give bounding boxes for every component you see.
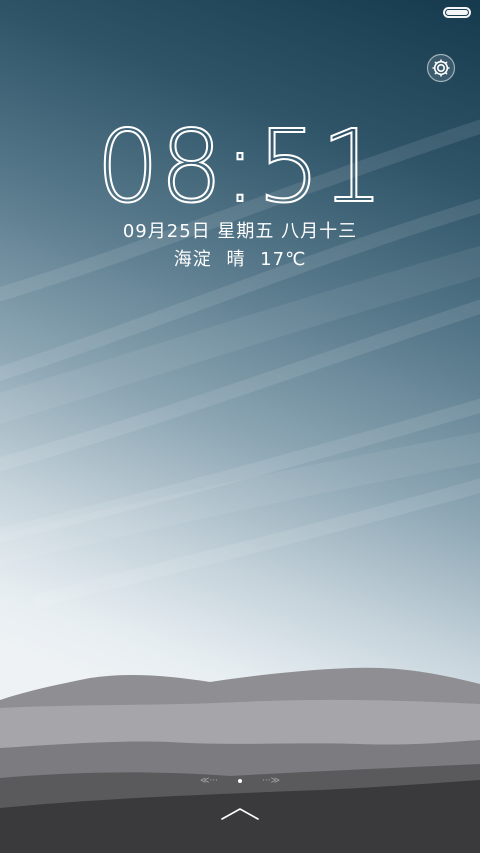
- lock-clock: 08:51: [0, 108, 480, 225]
- gear-icon: [426, 53, 456, 83]
- weather-location: 海淀: [173, 249, 212, 270]
- weather-info: 海淀 晴 17℃: [0, 245, 480, 271]
- clock-hours: 08: [95, 108, 224, 225]
- weather-temperature: 17℃: [260, 249, 307, 270]
- pager-left-hint: ≪···: [200, 776, 219, 786]
- battery-level-fill: [446, 10, 468, 15]
- page-indicator: ≪··· ···≫: [200, 774, 280, 788]
- pager-right-hint: ···≫: [261, 776, 280, 786]
- settings-button[interactable]: [423, 50, 459, 86]
- battery-full-icon: [443, 7, 471, 18]
- pager-active-dot: [238, 779, 242, 783]
- lock-screen: 08:51 09月25日 星期五 八月十三 海淀 晴 17℃ ≪··· ···≫: [0, 0, 480, 853]
- chevron-up-icon[interactable]: [219, 805, 261, 825]
- clock-separator: :: [222, 108, 258, 225]
- clock-minutes: 51: [256, 108, 385, 225]
- date-text: 09月25日 星期五 八月十三: [122, 221, 358, 242]
- weather-condition: 晴: [226, 249, 246, 270]
